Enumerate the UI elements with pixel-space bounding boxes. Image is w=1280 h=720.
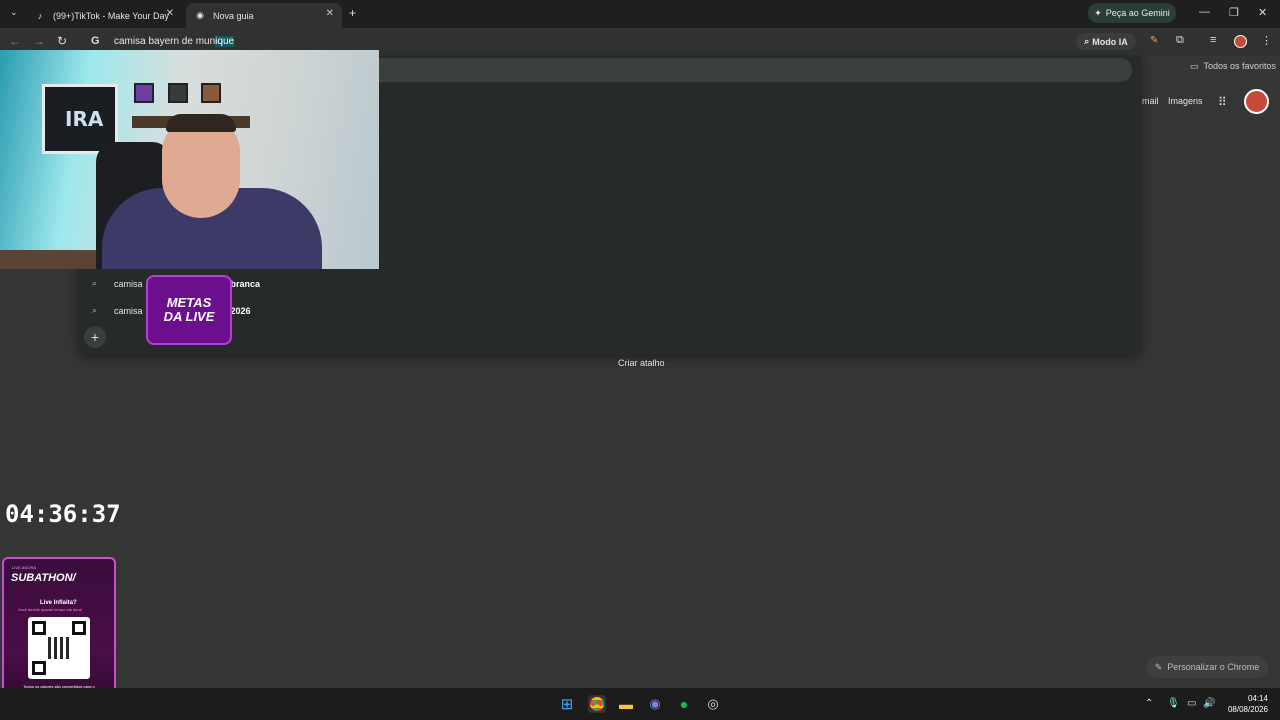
bookmarks-all[interactable]: ▭ Todos os favoritos (1190, 61, 1276, 72)
tiktok-icon: ♪ (37, 10, 43, 21)
taskbar (0, 688, 1280, 720)
gemini-label: Peça ao Gemini (1105, 8, 1170, 18)
gemini-button[interactable]: ✦ Peça ao Gemini (1088, 3, 1176, 23)
back-button[interactable]: ← (9, 34, 21, 48)
tab-tiktok[interactable]: ♪ (99+)TikTok - Make Your Day ✕ (26, 3, 182, 28)
pencil-icon: ✎ (1154, 661, 1163, 672)
add-shortcut-button[interactable]: + (84, 326, 106, 348)
wall-frame (168, 83, 188, 103)
menu-icon[interactable]: ⋮ (1261, 34, 1272, 47)
gmail-link[interactable]: mail (1142, 96, 1159, 106)
taskbar-clock[interactable]: 04:14 08/08/2026 (1226, 693, 1268, 715)
webcam-overlay: IRA (0, 50, 379, 269)
minimize-button[interactable]: — (1199, 6, 1210, 18)
suggestion-prefix: camisa (114, 278, 143, 289)
personalizar-chrome-button[interactable]: ✎ Personalizar o Chrome (1146, 656, 1268, 678)
forward-button[interactable]: → (33, 34, 45, 48)
search-icon: ⌕ (92, 305, 98, 315)
google-icon: G (91, 35, 100, 47)
subathon-title: SUBATHON/ (11, 572, 76, 584)
extensions-icon[interactable]: ⧉ (1176, 34, 1184, 47)
decide-text: Você decide quanto tempo ela dura! (18, 607, 83, 612)
subathon-timer: 04:36:37 (5, 500, 121, 528)
tab-search-icon[interactable]: ⌄ (10, 7, 18, 18)
tray-chevron-icon[interactable]: ⌃ (1145, 698, 1153, 709)
omnibox-input[interactable]: camisa bayern de munique (114, 36, 235, 47)
spotify-icon[interactable]: ● (675, 695, 693, 713)
metas-line2: DA LIVE (163, 309, 215, 324)
omnibox-selected-text: ique (215, 36, 235, 47)
streamer-head (162, 118, 240, 218)
tab-nova-guia[interactable]: ◉ Nova guia ✕ (186, 3, 342, 28)
suggestion-bold: 2026 (230, 305, 251, 316)
new-tab-button[interactable]: + (349, 6, 356, 20)
bookmarks-label: Todos os favoritos (1203, 61, 1277, 71)
volume-icon[interactable]: 🔊 (1203, 698, 1215, 709)
close-tab-icon[interactable]: ✕ (166, 8, 174, 19)
microphone-icon[interactable]: 🎙 (1167, 698, 1180, 709)
streamer-hair (166, 114, 236, 132)
clock-time: 04:14 (1247, 694, 1268, 703)
wall-frame (201, 83, 221, 103)
close-window-button[interactable]: ✕ (1258, 6, 1267, 19)
account-avatar[interactable] (1244, 89, 1269, 114)
search-icon: ⌕ (92, 278, 98, 288)
poster-art: IRA (65, 107, 104, 131)
live-inflacao-text: Live Inflaita? (40, 600, 77, 606)
imagens-link[interactable]: Imagens (1168, 96, 1203, 106)
suggestion-bold: branca (230, 278, 261, 289)
tab-label: Nova guia (213, 10, 254, 21)
omnibox-text: camisa bayern de mun (114, 36, 216, 47)
windows-start-icon[interactable]: ⊞ (558, 695, 576, 713)
modo-ia-button[interactable]: ⌕ Modo IA (1076, 33, 1136, 50)
folder-icon: ▭ (1190, 61, 1199, 71)
chrome-new-tab-icon: ◉ (196, 10, 204, 20)
chrome-icon[interactable] (588, 695, 606, 713)
wall-frame (134, 83, 154, 103)
apps-grid-icon[interactable]: ⠿ (1218, 95, 1227, 109)
personalizar-label: Personalizar o Chrome (1167, 662, 1260, 672)
reading-list-icon[interactable]: ≡ (1210, 34, 1216, 46)
reload-button[interactable]: ↻ (57, 34, 67, 48)
qr-corner (72, 621, 86, 635)
close-tab-icon[interactable]: ✕ (326, 8, 334, 19)
network-icon[interactable]: ▭ (1187, 698, 1196, 709)
profile-avatar[interactable] (1234, 35, 1247, 48)
qr-corner (32, 661, 46, 675)
suggestion-prefix: camisa (114, 305, 143, 316)
desk (0, 250, 100, 269)
search-sparkle-icon: ⌕ (1084, 36, 1090, 46)
obs-icon[interactable]: ◎ (704, 695, 722, 713)
metas-da-live-badge: METAS DA LIVE (146, 275, 232, 345)
gemini-icon: ✦ (1094, 7, 1102, 18)
qr-corner (32, 621, 46, 635)
discord-icon[interactable]: ◉ (646, 695, 664, 713)
metas-line1: METAS (166, 295, 212, 310)
qr-code (28, 617, 90, 679)
live-agora-label: LIVE AGORA (12, 565, 37, 570)
tab-label: (99+)TikTok - Make Your Day (53, 10, 169, 21)
criar-atalho-label: Criar atalho (618, 358, 665, 368)
clock-date: 08/08/2026 (1227, 705, 1268, 714)
file-explorer-icon[interactable]: ▬ (617, 695, 635, 713)
modo-ia-label: Modo IA (1092, 36, 1128, 47)
qr-pattern (48, 637, 70, 659)
restore-button[interactable]: ❐ (1229, 6, 1239, 19)
pen-icon[interactable]: ✎ (1150, 35, 1158, 46)
